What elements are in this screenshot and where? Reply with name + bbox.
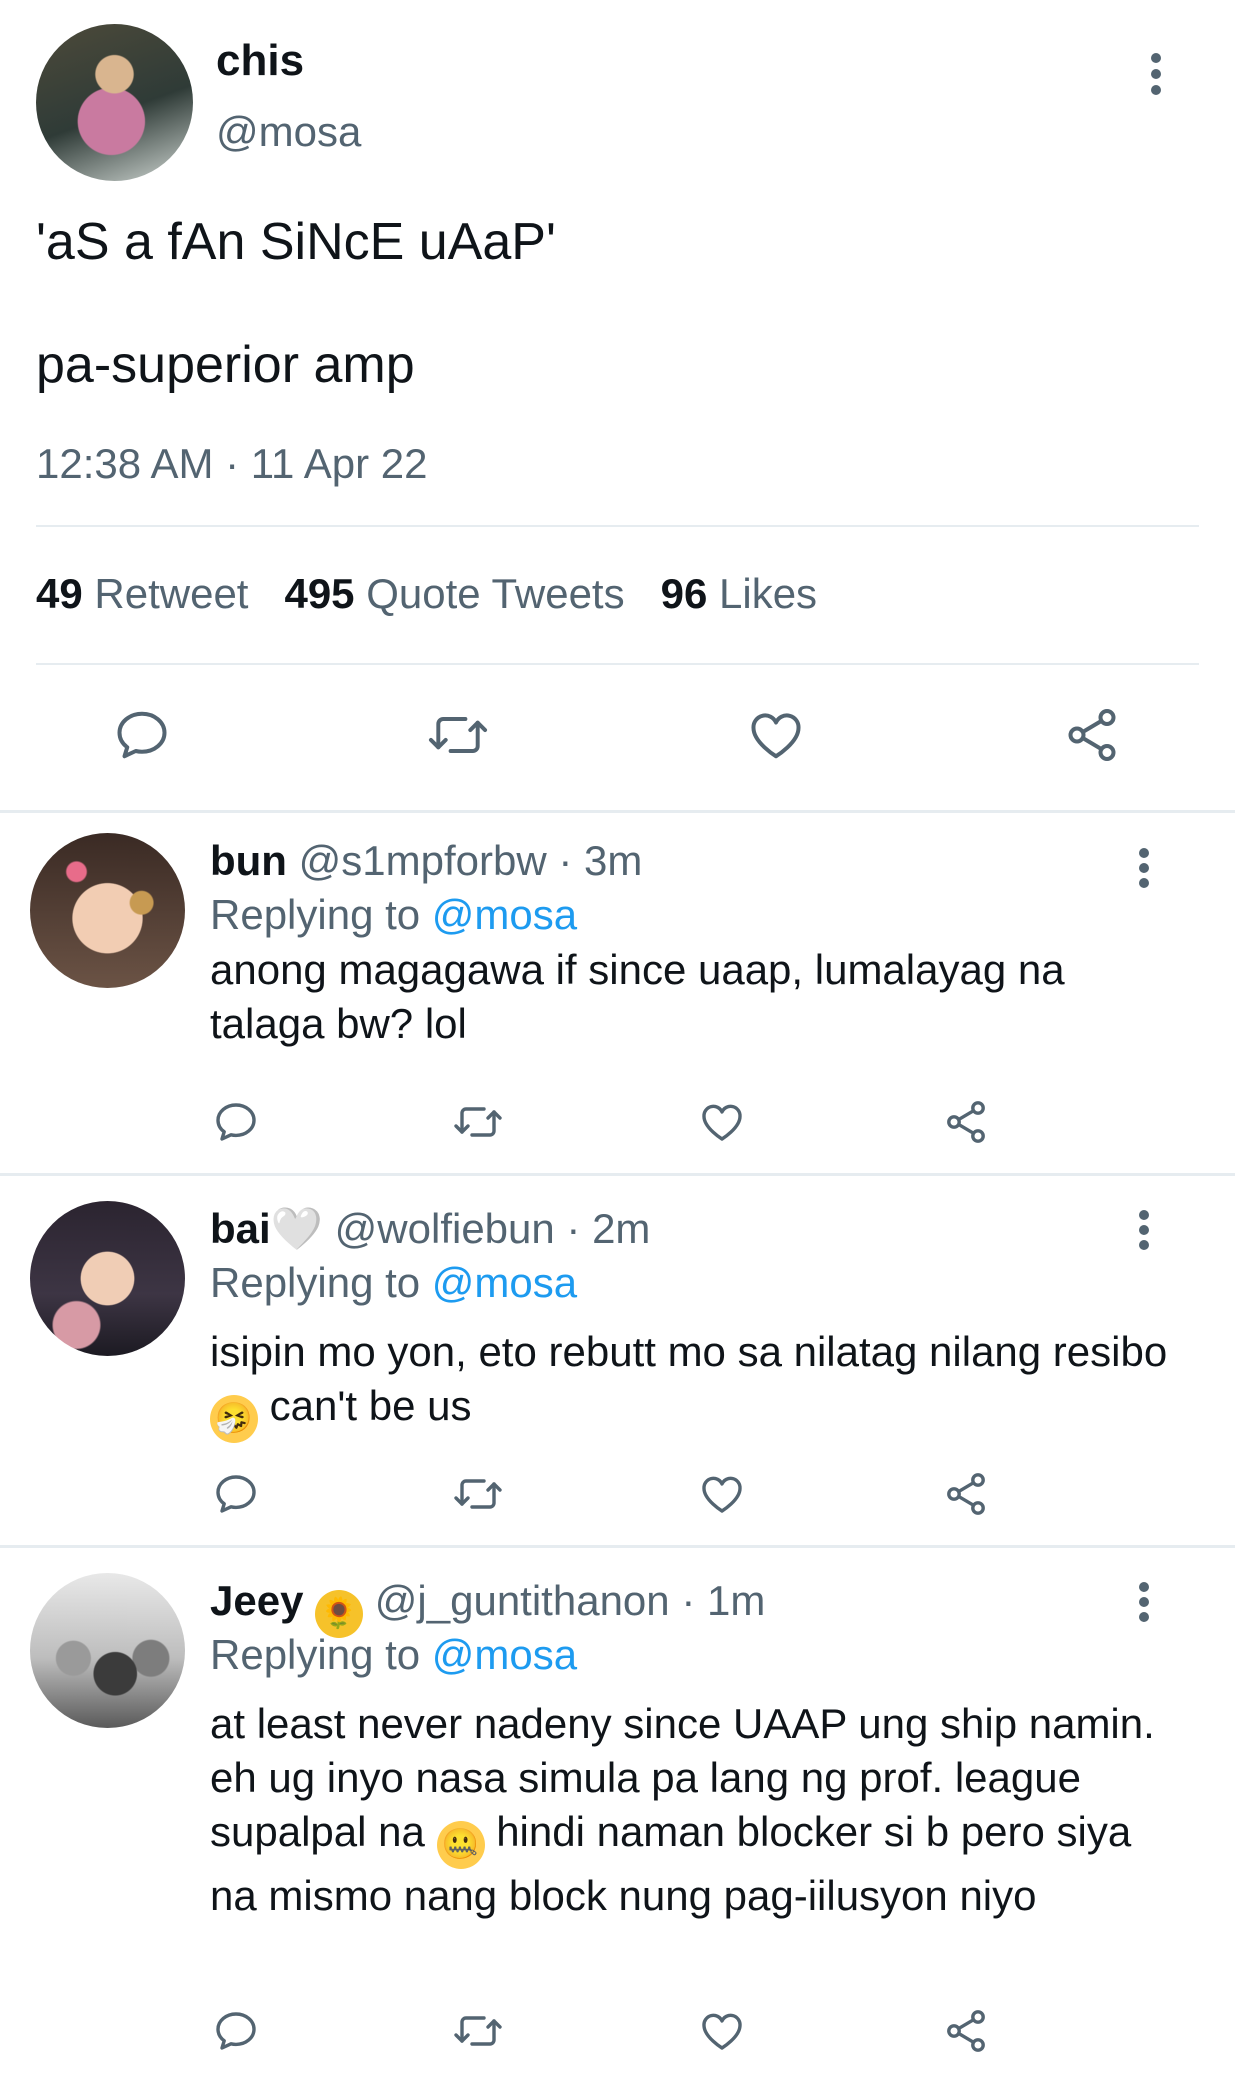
reply-header: Jeey 🌻 @j_guntithanon · 1m [210, 1577, 765, 1638]
like-icon[interactable] [698, 1098, 746, 1146]
reply-author-handle[interactable]: @j_guntithanon [375, 1577, 670, 1624]
tweet-stats: 49 Retweet 495 Quote Tweets 96 Likes [36, 570, 817, 618]
avatar[interactable] [36, 24, 193, 181]
author-handle[interactable]: @mosa [216, 108, 361, 156]
zipper-mouth-face-emoji: 🤐 [436, 1821, 485, 1869]
reply-text-part: isipin mo yon, eto rebutt mo sa nilatag … [210, 1328, 1168, 1375]
tweet-timestamp[interactable]: 12:38 AM · 11 Apr 22 [36, 440, 427, 488]
like-icon[interactable] [698, 2007, 746, 2055]
likes-count: 96 [660, 570, 708, 617]
tweet-text-line-1: 'aS a fAn SiNcE uAaP' [36, 213, 556, 271]
retweet-icon[interactable] [452, 1470, 504, 1518]
quote-label: Quote Tweets [366, 570, 625, 617]
quote-stat[interactable]: 495 Quote Tweets [284, 570, 624, 617]
retweet-label: Retweet [94, 570, 249, 617]
main-tweet: chis @mosa 'aS a fAn SiNcE uAaP' pa-supe… [0, 0, 1235, 813]
replying-to-handle[interactable]: @mosa [432, 1631, 577, 1678]
reply-time: · 1m [681, 1577, 766, 1624]
quote-count: 495 [284, 570, 355, 617]
reply-author-name[interactable]: Jeey [210, 1577, 303, 1624]
retweet-count: 49 [36, 570, 83, 617]
more-options-icon[interactable] [1138, 1209, 1150, 1251]
divider [36, 663, 1199, 665]
reply-icon[interactable] [212, 1470, 260, 1518]
tweet-text-line-2: pa-superior amp [36, 336, 415, 394]
like-icon[interactable] [698, 1470, 746, 1518]
reply-author-handle[interactable]: @wolfiebun [335, 1205, 555, 1252]
reply-tweet[interactable]: bai🤍 @wolfiebun · 2m Replying to @mosa i… [0, 1175, 1235, 1548]
reply-time: · 3m [558, 837, 643, 884]
divider [36, 525, 1199, 527]
more-options-icon[interactable] [1138, 1581, 1150, 1623]
reply-author-name[interactable]: bun [210, 837, 287, 884]
replying-to-label: Replying to [210, 1631, 421, 1678]
reply-text: at least never nadeny since UAAP ung shi… [210, 1697, 1170, 1923]
reply-icon[interactable] [212, 1098, 260, 1146]
share-icon[interactable] [942, 2007, 990, 2055]
reply-icon[interactable] [212, 2007, 260, 2055]
more-options-icon[interactable] [1150, 52, 1162, 96]
author-name[interactable]: chis [216, 36, 304, 86]
reply-icon[interactable] [112, 705, 172, 765]
avatar[interactable] [30, 1201, 185, 1356]
reply-text: anong magagawa if since uaap, lumalayag … [210, 946, 1065, 1047]
reply-text-part: can't be us [269, 1382, 472, 1429]
avatar[interactable] [30, 833, 185, 988]
reply-author-handle[interactable]: @s1mpforbw [299, 837, 547, 884]
likes-label: Likes [719, 570, 818, 617]
avatar[interactable] [30, 1573, 185, 1728]
retweet-icon[interactable] [426, 705, 490, 765]
sneezing-face-emoji: 🤧 [210, 1395, 258, 1443]
retweet-icon[interactable] [452, 1098, 504, 1146]
share-icon[interactable] [942, 1470, 990, 1518]
share-icon[interactable] [942, 1098, 990, 1146]
reply-time: · 2m [566, 1205, 651, 1252]
reply-author-name[interactable]: bai🤍 [210, 1205, 323, 1252]
more-options-icon[interactable] [1138, 847, 1150, 889]
replying-to-label: Replying to [210, 891, 421, 938]
reply-tweet[interactable]: Jeey 🌻 @j_guntithanon · 1m Replying to @… [0, 1547, 1235, 2082]
replying-to: Replying to @mosa [210, 1631, 577, 1679]
retweet-icon[interactable] [452, 2007, 504, 2055]
reply-text: isipin mo yon, eto rebutt mo sa nilatag … [210, 1325, 1170, 1443]
reply-header: bun @s1mpforbw · 3m [210, 837, 642, 885]
like-icon[interactable] [746, 705, 806, 765]
retweet-stat[interactable]: 49 Retweet [36, 570, 248, 617]
share-icon[interactable] [1062, 705, 1122, 765]
replying-to-handle[interactable]: @mosa [432, 1259, 577, 1306]
replying-to-handle[interactable]: @mosa [432, 891, 577, 938]
likes-stat[interactable]: 96 Likes [661, 570, 817, 617]
reply-header: bai🤍 @wolfiebun · 2m [210, 1205, 650, 1254]
replying-to: Replying to @mosa [210, 891, 577, 939]
replying-to: Replying to @mosa [210, 1259, 577, 1307]
reply-tweet[interactable]: bun @s1mpforbw · 3m Replying to @mosa an… [0, 813, 1235, 1176]
replying-to-label: Replying to [210, 1259, 421, 1306]
